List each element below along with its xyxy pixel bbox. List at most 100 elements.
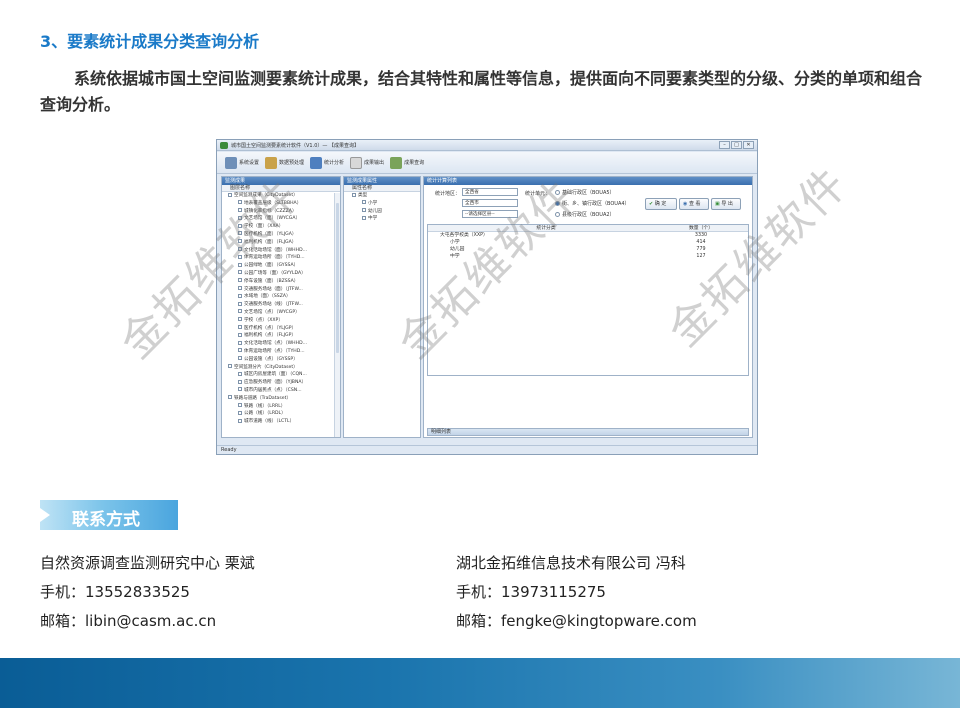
checkbox-icon[interactable] <box>362 208 366 213</box>
checkbox-icon[interactable] <box>238 208 242 213</box>
radio-boua2[interactable]: 县级行政区（BOUA2） <box>555 211 615 218</box>
stats-pane-header: 统计计算列表 <box>424 177 752 185</box>
county-select[interactable]: --请选择区县-- <box>462 210 518 218</box>
checkbox-icon[interactable] <box>238 262 242 267</box>
checkbox-icon[interactable] <box>238 200 242 205</box>
checkbox-icon[interactable] <box>228 192 232 197</box>
checkbox-icon[interactable] <box>238 286 242 291</box>
checkbox-icon[interactable] <box>238 387 242 392</box>
checkbox-icon[interactable] <box>238 403 242 408</box>
layer-row[interactable]: 体育运动场所（点）（TYHD... <box>228 348 340 356</box>
layer-row[interactable]: 水域地（面）（SSZA） <box>228 293 340 301</box>
checkbox-icon[interactable] <box>238 293 242 298</box>
scrollbar-thumb[interactable] <box>336 203 339 353</box>
checkbox-icon[interactable] <box>238 325 242 330</box>
layer-row[interactable]: 应急服务场所（面）（YJBNA） <box>228 379 340 387</box>
layer-row[interactable]: 交通服务场站（面）（JTFW... <box>228 286 340 294</box>
layer-row[interactable]: 福利机构（点）（FLJGP） <box>228 332 340 340</box>
toolbar-output[interactable]: 成果输出 <box>350 156 384 169</box>
radio-boua5[interactable]: 基础行政区（BOUA5） <box>555 189 615 196</box>
layer-row[interactable]: 文艺场馆（点）（WYCGP） <box>228 309 340 317</box>
checkbox-icon[interactable] <box>238 254 242 259</box>
layer-row[interactable]: 文化活动场馆（面）（WHHD... <box>228 247 340 255</box>
confirm-button[interactable]: ✔ 确 定 <box>645 198 677 210</box>
checkbox-icon[interactable] <box>362 215 366 220</box>
checkbox-icon[interactable] <box>238 270 242 275</box>
layer-row[interactable]: 公园广场等（面）（GYYLDA） <box>228 270 340 278</box>
layer-row[interactable]: 铁路与道路（TraDataset） <box>228 395 340 403</box>
checkbox-icon[interactable] <box>238 317 242 322</box>
checkbox-icon[interactable] <box>238 348 242 353</box>
layer-row[interactable]: 城区内房屋建筑（面）（CQN... <box>228 371 340 379</box>
export-button[interactable]: ▣ 导 出 <box>711 198 741 210</box>
layer-row[interactable]: 公路（线）（LRDL） <box>228 410 340 418</box>
city-select[interactable]: 全西市 <box>462 199 518 207</box>
checkbox-icon[interactable] <box>238 239 242 244</box>
layer-label: 福利机构（面）（FLJGA） <box>244 239 297 245</box>
toolbar-statistics[interactable]: 统计分析 <box>310 156 344 169</box>
layer-row[interactable]: 城市道路（线）（LCTL） <box>228 418 340 426</box>
checkbox-icon[interactable] <box>238 371 242 376</box>
minimize-button[interactable]: – <box>719 141 730 149</box>
close-button[interactable]: ✕ <box>743 141 754 149</box>
layer-row[interactable]: 公园设施（点）（GYSSP） <box>228 356 340 364</box>
attribute-row[interactable]: 类型 <box>352 192 420 200</box>
layer-label: 公园绿地（面）（GYSSA） <box>244 263 299 269</box>
checkbox-icon[interactable] <box>238 340 242 345</box>
toolbar-settings[interactable]: 系统设置 <box>225 156 259 169</box>
layer-row[interactable]: 文化活动场馆（点）（WHHD... <box>228 340 340 348</box>
grid-cell-category: 中学 <box>450 254 460 259</box>
layer-row[interactable]: 学校（点）（XXP） <box>228 317 340 325</box>
table-row[interactable]: 中学 127 <box>428 253 748 260</box>
view-button[interactable]: ◉ 查 看 <box>679 198 709 210</box>
checkbox-icon[interactable] <box>352 192 356 197</box>
attribute-row[interactable]: 中学 <box>352 215 420 223</box>
layer-row[interactable]: 公园绿地（面）（GYSSA） <box>228 262 340 270</box>
radio-boua4[interactable]: 街、乡、镇行政区（BOUA4） <box>555 200 630 207</box>
layer-row[interactable]: 地表覆盖层级（SLTBBHA） <box>228 200 340 208</box>
detail-list-bar[interactable]: 明细列表 <box>427 428 749 436</box>
checkbox-icon[interactable] <box>238 247 242 252</box>
toolbar-preprocess[interactable]: 数据预处理 <box>265 156 304 169</box>
layer-row[interactable]: 文艺场馆（面）（WYCGA） <box>228 215 340 223</box>
grid-cell-count: 3330 <box>694 233 708 238</box>
checkbox-icon[interactable] <box>228 395 232 400</box>
attribute-row[interactable]: 小学 <box>352 200 420 208</box>
table-row[interactable]: 大屯各学校类（XXP） 3330 <box>428 232 748 239</box>
layer-row[interactable]: 城市内居民点（点）（CSN... <box>228 387 340 395</box>
layer-row[interactable]: 停车设施（面）（BZSSA） <box>228 278 340 286</box>
layer-scrollbar[interactable] <box>334 193 340 437</box>
checkbox-icon[interactable] <box>238 278 242 283</box>
layer-row[interactable]: 空间监测成果（CityDataset） <box>228 192 340 200</box>
layer-row[interactable]: 体育运动场所（面）（TYHD... <box>228 254 340 262</box>
layer-label: 地表覆盖层级（SLTBBHA） <box>244 200 302 206</box>
layer-row[interactable]: 铁路（线）（LRRL） <box>228 403 340 411</box>
grid-header-category: 统计分类 <box>536 226 556 231</box>
checkbox-icon[interactable] <box>362 200 366 205</box>
layer-label: 应急服务场所（面）（YJBNA） <box>244 380 307 386</box>
checkbox-icon[interactable] <box>238 356 242 361</box>
checkbox-icon[interactable] <box>228 364 232 369</box>
checkbox-icon[interactable] <box>238 410 242 415</box>
layer-row[interactable]: 福利机构（面）（FLJGA） <box>228 239 340 247</box>
checkbox-icon[interactable] <box>238 418 242 423</box>
checkbox-icon[interactable] <box>238 301 242 306</box>
checkbox-icon[interactable] <box>238 223 242 228</box>
checkbox-icon[interactable] <box>238 332 242 337</box>
layer-row[interactable]: 医疗机构（点）（YLJGP） <box>228 325 340 333</box>
layer-row[interactable]: 交通服务场站（线）（JTFW... <box>228 301 340 309</box>
maximize-button[interactable]: □ <box>731 141 742 149</box>
province-select[interactable]: 全西省 <box>462 188 518 196</box>
table-row[interactable]: 小学 414 <box>428 239 748 246</box>
checkbox-icon[interactable] <box>238 379 242 384</box>
checkbox-icon[interactable] <box>238 231 242 236</box>
checkbox-icon[interactable] <box>238 215 242 220</box>
checkbox-icon[interactable] <box>238 309 242 314</box>
layer-row[interactable]: 学校（面）（XXA） <box>228 223 340 231</box>
table-row[interactable]: 幼儿园 779 <box>428 246 748 253</box>
toolbar-query[interactable]: 成果查询 <box>390 156 424 169</box>
layer-row[interactable]: 城镇化率指标（CZZZA） <box>228 208 340 216</box>
attribute-row[interactable]: 幼儿园 <box>352 208 420 216</box>
layer-row[interactable]: 医疗机构（面）（YLJGA） <box>228 231 340 239</box>
layer-row[interactable]: 空间监测分片（CityDataset） <box>228 364 340 372</box>
